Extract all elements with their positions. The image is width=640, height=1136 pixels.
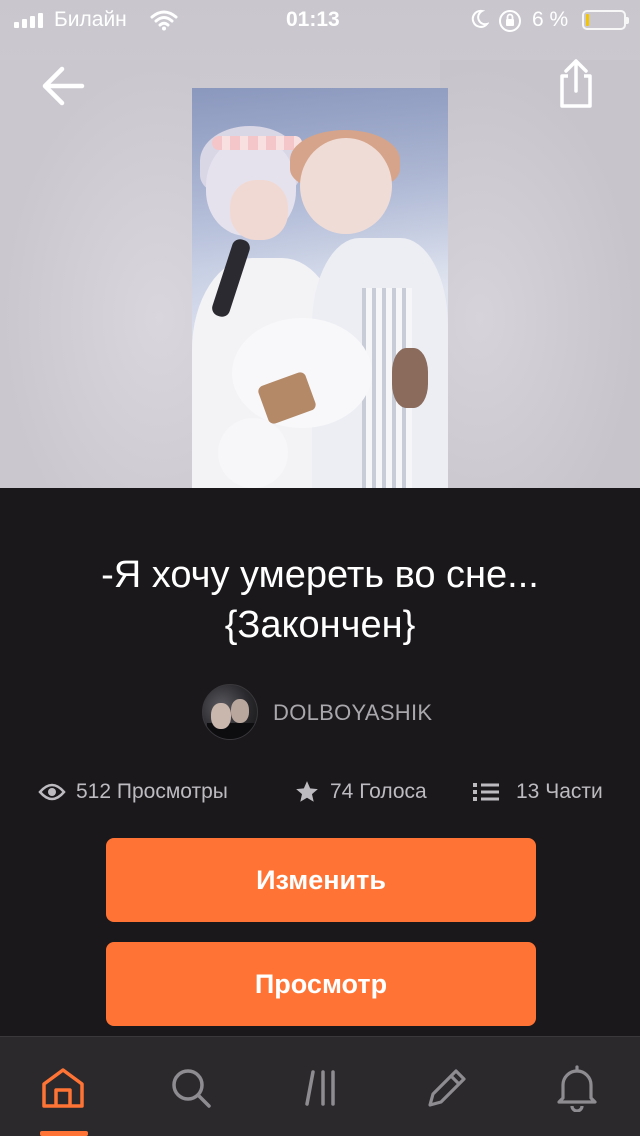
bell-icon bbox=[557, 1065, 597, 1112]
wifi-icon bbox=[150, 9, 178, 37]
back-button[interactable] bbox=[38, 60, 90, 112]
preview-button[interactable]: Просмотр bbox=[106, 942, 536, 1026]
moon-icon bbox=[469, 8, 490, 36]
carrier-name: Билайн bbox=[54, 8, 127, 31]
tab-search[interactable] bbox=[166, 1063, 216, 1113]
battery-icon bbox=[582, 10, 629, 30]
signal-icon bbox=[14, 13, 43, 28]
home-icon bbox=[42, 1068, 84, 1108]
share-button[interactable] bbox=[552, 58, 600, 110]
pencil-icon bbox=[428, 1069, 466, 1107]
tab-home[interactable] bbox=[38, 1063, 88, 1113]
author-username[interactable]: DOLBOYASHIK bbox=[273, 700, 432, 726]
stat-views: 512 Просмотры bbox=[38, 772, 228, 812]
search-icon bbox=[172, 1069, 211, 1108]
battery-percent: 6 % bbox=[532, 8, 569, 31]
tab-write[interactable] bbox=[422, 1063, 472, 1113]
hero-blur-right bbox=[440, 60, 640, 488]
rotation-lock-icon bbox=[498, 9, 522, 39]
tab-library[interactable] bbox=[296, 1063, 346, 1113]
status-bar: Билайн 01:13 6 % bbox=[0, 0, 640, 40]
stat-parts: 13 Части bbox=[472, 772, 603, 812]
active-tab-indicator bbox=[40, 1131, 88, 1136]
story-title-line2: {Закончен} bbox=[224, 604, 416, 646]
stat-parts-label: 13 Части bbox=[516, 780, 603, 803]
stat-views-label: 512 Просмотры bbox=[76, 780, 228, 803]
author-row: DOLBOYASHIK bbox=[0, 682, 640, 742]
list-icon bbox=[473, 783, 499, 801]
arrow-left-icon bbox=[42, 66, 85, 106]
story-title-line1: -Я хочу умереть во сне... bbox=[101, 554, 539, 596]
hero-blur-left bbox=[0, 60, 200, 488]
story-stats: 512 Просмотры 74 Голоса 13 Части bbox=[0, 772, 640, 812]
story-cover-image[interactable] bbox=[192, 88, 448, 488]
edit-button[interactable]: Изменить bbox=[106, 838, 536, 922]
star-icon bbox=[296, 781, 318, 802]
status-time: 01:13 bbox=[286, 8, 340, 31]
library-icon bbox=[305, 1070, 335, 1106]
bottom-tab-bar bbox=[0, 1036, 640, 1136]
eye-icon bbox=[38, 783, 66, 801]
share-icon bbox=[560, 59, 592, 108]
tab-notifications[interactable] bbox=[552, 1063, 602, 1113]
stat-votes: 74 Голоса bbox=[294, 772, 427, 812]
story-title: -Я хочу умереть во сне... {Закончен} bbox=[20, 550, 620, 650]
stat-votes-label: 74 Голоса bbox=[330, 780, 427, 803]
author-avatar[interactable] bbox=[202, 684, 258, 740]
